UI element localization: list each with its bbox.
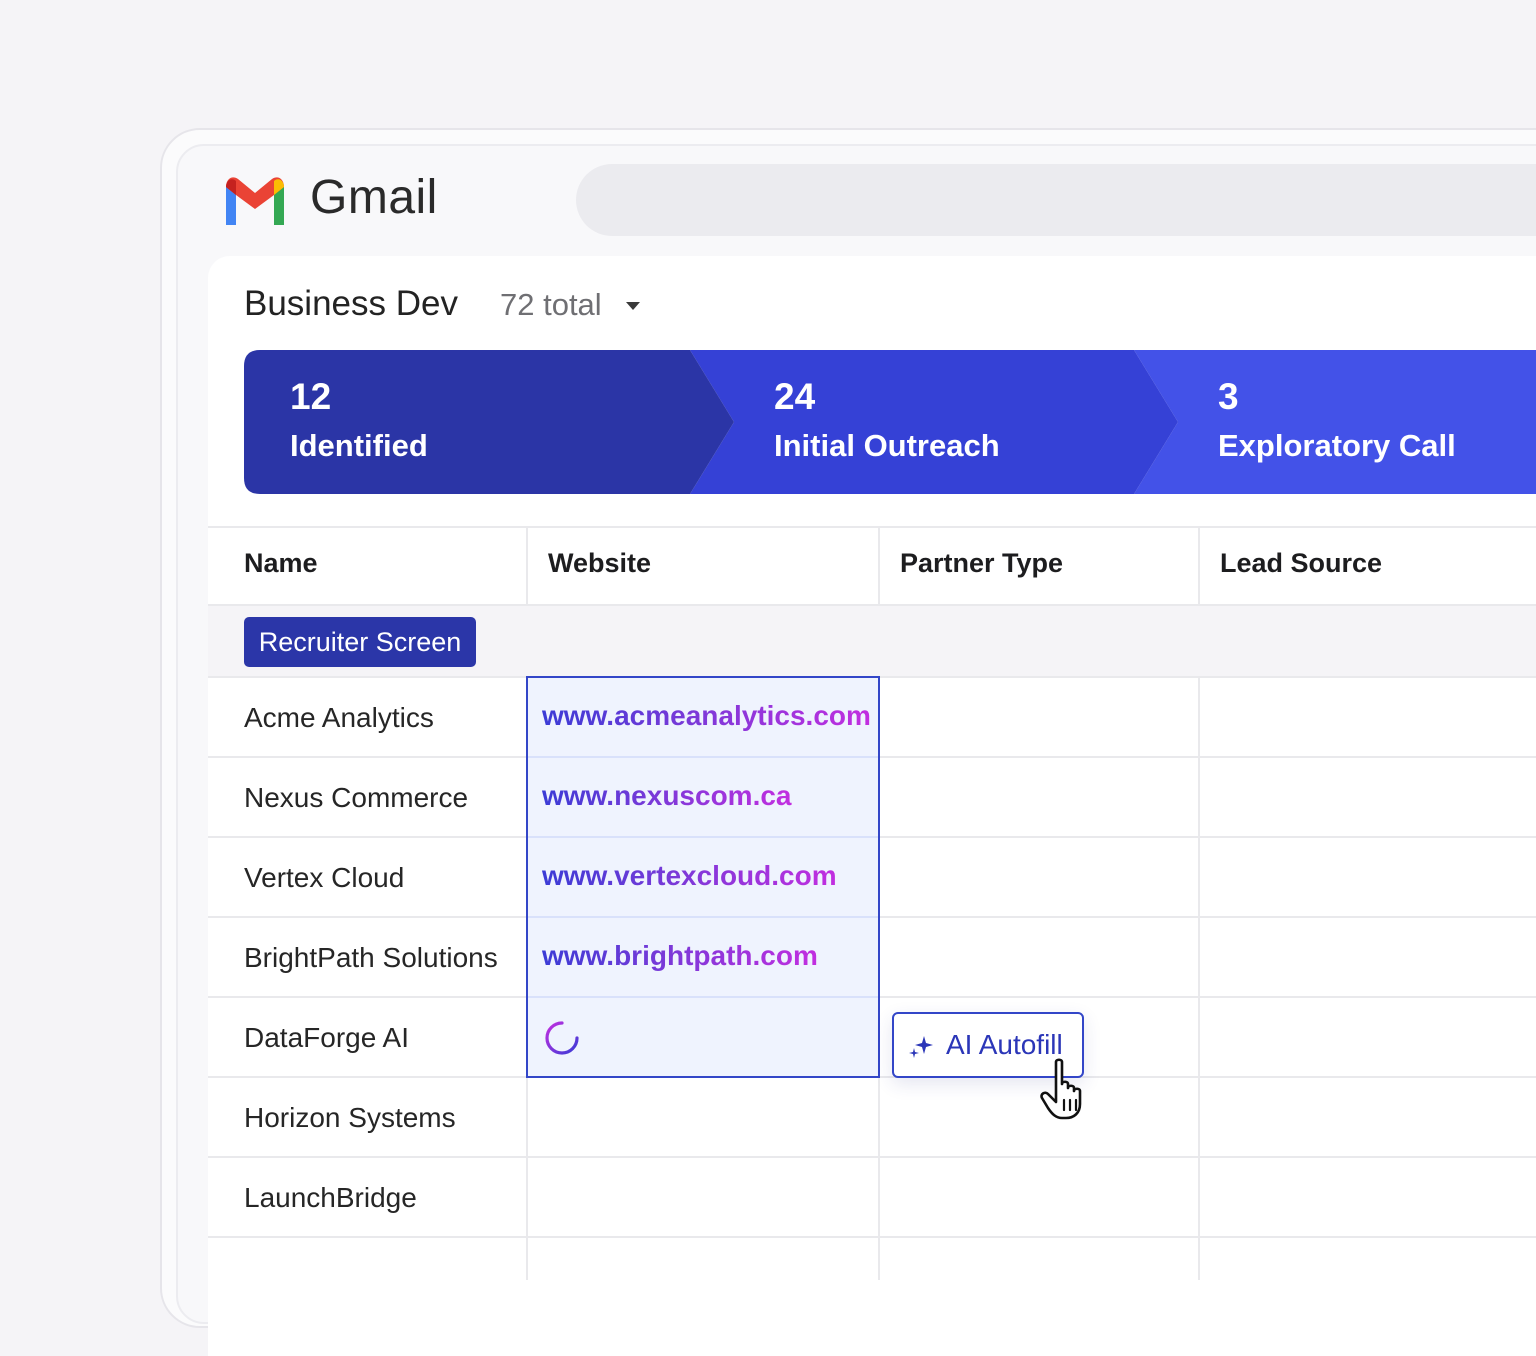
stage-label: Identified xyxy=(290,428,428,463)
stage-count: 12 xyxy=(290,376,332,417)
sparkle-icon xyxy=(909,1036,933,1058)
row-name-cell[interactable]: LaunchBridge xyxy=(244,1182,417,1214)
list-title: Business Dev xyxy=(244,284,458,323)
row-name-cell[interactable]: Acme Analytics xyxy=(244,702,434,734)
stage-label: Exploratory Call xyxy=(1218,428,1456,463)
column-header-lead-source[interactable]: Lead Source xyxy=(1220,548,1382,579)
group-label-chip[interactable]: Recruiter Screen xyxy=(244,617,476,667)
loading-spinner-icon xyxy=(545,1021,579,1055)
grid-line xyxy=(208,526,1536,528)
selection-divider xyxy=(528,836,878,838)
stage-shape-initial-outreach[interactable] xyxy=(690,350,1178,494)
column-header-website[interactable]: Website xyxy=(548,548,651,579)
stage-label: Initial Outreach xyxy=(774,428,1000,463)
grid-line xyxy=(1198,526,1200,606)
stage-shape-identified[interactable] xyxy=(244,350,734,494)
row-name-cell[interactable]: Vertex Cloud xyxy=(244,862,404,894)
grid-line xyxy=(1198,676,1200,1280)
row-name-cell[interactable]: BrightPath Solutions xyxy=(244,942,498,974)
ai-autofill-label: AI Autofill xyxy=(946,1029,1063,1060)
selection-divider xyxy=(528,756,878,758)
selection-divider xyxy=(528,916,878,918)
stage-shape-exploratory-call[interactable] xyxy=(1134,350,1536,494)
pipeline-bar: 12 Identified 24 Initial Outreach 3 Expl… xyxy=(244,350,1536,494)
grid-line xyxy=(878,526,880,606)
app-title: Gmail xyxy=(310,171,438,224)
hand-pointer-cursor-icon xyxy=(1040,1058,1082,1120)
row-website-cell[interactable]: www.brightpath.com xyxy=(542,940,818,972)
grid-line xyxy=(208,1156,1536,1158)
grid-line xyxy=(208,1236,1536,1238)
column-header-partner-type[interactable]: Partner Type xyxy=(900,548,1063,579)
selection-divider xyxy=(528,996,878,998)
column-header-name[interactable]: Name xyxy=(244,548,318,579)
stage-count: 3 xyxy=(1218,376,1239,417)
row-website-cell[interactable]: www.acmeanalytics.com xyxy=(542,700,871,732)
row-name-cell[interactable]: DataForge AI xyxy=(244,1022,409,1054)
gmail-logo-icon[interactable] xyxy=(222,175,288,225)
grid-line xyxy=(526,526,528,606)
row-website-cell[interactable]: www.nexuscom.ca xyxy=(542,780,792,812)
list-count-dropdown[interactable]: 72 total xyxy=(500,287,602,323)
search-bar[interactable] xyxy=(576,164,1536,236)
caret-down-icon[interactable] xyxy=(626,302,640,310)
row-website-cell[interactable]: www.vertexcloud.com xyxy=(542,860,837,892)
row-name-cell[interactable]: Nexus Commerce xyxy=(244,782,468,814)
stage-count: 24 xyxy=(774,376,816,417)
row-name-cell[interactable]: Horizon Systems xyxy=(244,1102,456,1134)
pipeline-shapes xyxy=(244,350,1536,494)
